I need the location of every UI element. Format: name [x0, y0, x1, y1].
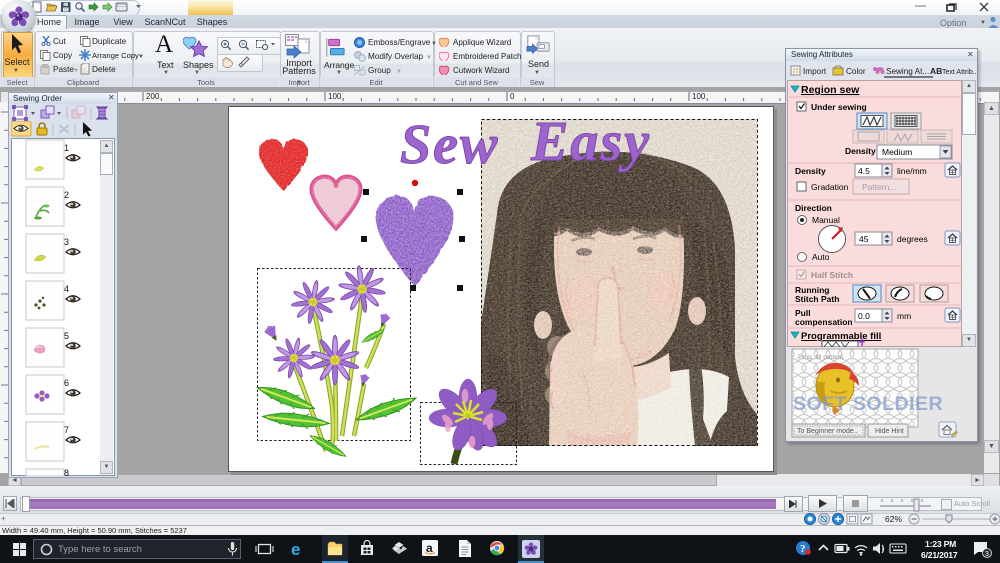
svg-text:0: 0 — [510, 92, 515, 101]
svg-text:Manual: Manual — [812, 215, 840, 225]
svg-text:AB: AB — [930, 66, 942, 76]
svg-text:2: 2 — [64, 190, 69, 200]
svg-text:Density: Density — [845, 146, 876, 156]
svg-text:Half Stitch: Half Stitch — [811, 270, 853, 280]
svg-text:Sew: Sew — [400, 114, 499, 176]
svg-text:?: ? — [800, 543, 806, 555]
svg-text:Direction: Direction — [795, 203, 832, 213]
svg-text:SOFT SOLDIER: SOFT SOLDIER — [793, 393, 943, 415]
svg-text:To Beginner mode..: To Beginner mode.. — [797, 428, 858, 435]
svg-text:line/mm: line/mm — [897, 166, 927, 176]
svg-text:mm: mm — [897, 311, 911, 321]
svg-text:Region sew: Region sew — [801, 84, 860, 96]
svg-text:3: 3 — [64, 237, 69, 247]
svg-text:Prog. fill pattern: Prog. fill pattern — [798, 354, 844, 361]
svg-text:0.0: 0.0 — [858, 311, 870, 321]
svg-text:Sewing At...: Sewing At... — [886, 67, 929, 76]
svg-text:Gradation: Gradation — [811, 182, 849, 192]
svg-text:5: 5 — [64, 331, 69, 341]
svg-text:100: 100 — [692, 92, 706, 101]
svg-text:45: 45 — [859, 234, 869, 244]
svg-text:4: 4 — [64, 284, 69, 294]
svg-text:1: 1 — [64, 143, 69, 153]
svg-text:Pattern...: Pattern... — [862, 182, 897, 192]
svg-text:Text Attrib...: Text Attrib... — [942, 69, 977, 76]
svg-text:62%: 62% — [885, 514, 902, 524]
svg-text:Easy: Easy — [530, 111, 651, 173]
svg-text:e: e — [291, 540, 300, 559]
svg-text:8: 8 — [64, 468, 69, 476]
svg-text:4.5: 4.5 — [858, 166, 870, 176]
svg-text:6: 6 — [64, 378, 69, 388]
svg-text:Medium: Medium — [882, 147, 912, 157]
svg-text:Import: Import — [803, 67, 827, 76]
svg-text:7: 7 — [64, 425, 69, 435]
svg-text:100: 100 — [328, 92, 342, 101]
svg-text:Density: Density — [795, 166, 826, 176]
svg-text:degrees: degrees — [897, 234, 928, 244]
svg-text:Color: Color — [846, 67, 866, 76]
svg-text:6/21/2017: 6/21/2017 — [921, 550, 958, 560]
svg-text:Programmable fill: Programmable fill — [801, 331, 881, 342]
svg-text:Stitch Path: Stitch Path — [795, 294, 839, 304]
svg-text:200: 200 — [146, 92, 160, 101]
svg-text:3: 3 — [985, 551, 989, 558]
svg-text:Under sewing: Under sewing — [811, 102, 867, 112]
svg-text:1:23 PM: 1:23 PM — [925, 539, 956, 549]
svg-text:Auto: Auto — [812, 252, 830, 262]
svg-text:Hide Hint: Hide Hint — [875, 428, 904, 435]
svg-text:compensation: compensation — [795, 317, 853, 327]
